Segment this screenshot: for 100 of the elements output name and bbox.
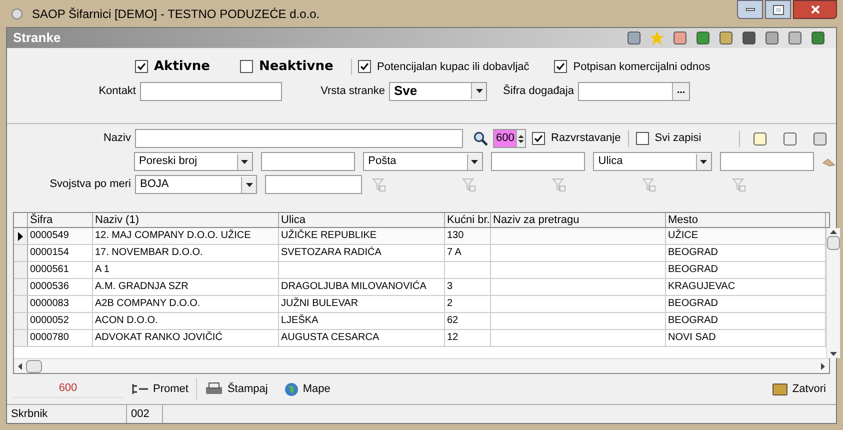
spinner-arrows-icon [518,132,524,144]
table-cell: 7 A [447,247,462,258]
input-field[interactable] [140,82,282,100]
dropdown-button[interactable] [696,154,711,170]
table-cell: UŽIČKE REPUBLIKE [281,230,377,241]
dropdown-button[interactable] [236,154,252,170]
scroll-right-icon[interactable] [821,362,825,370]
table-row[interactable]: 0000083 A2B COMPANY D.O.O. JUŽNI BULEVAR 2 BEOGRAD [14,296,826,313]
dropdown-button[interactable] [471,83,486,99]
scroll-thumb[interactable] [827,236,840,250]
table-cell: 130 [447,230,464,241]
table-row[interactable]: 0000536 A.M. GRADNJA SZR DRAGOLJUBA MILOVANOVIĆA 3 KRAGUJEVAC [14,279,826,296]
close-icon [810,5,820,14]
window-title: SAOP Šifarnici [DEMO] - TESTNO PODUZEĆE d.o.o. [32,6,320,22]
table-cell: 62 [447,315,458,326]
table-row[interactable]: 0000154 17. NOVEMBAR D.O.O. SVETOZARA RADIĆA 7 A BEOGRAD [14,245,826,262]
star-icon[interactable] [649,30,665,46]
table-cell: BEOGRAD [668,247,718,258]
input-field[interactable] [490,152,586,171]
horizontal-scrollbar[interactable] [14,358,829,373]
eraser-icon[interactable] [822,156,836,166]
dropdown-button[interactable] [241,176,256,192]
table-cell: 0000052 [30,315,69,326]
field-label: Svojstva po meri [48,177,132,192]
turnover-button[interactable]: Promet [123,378,198,400]
row-pointer-icon [18,232,23,240]
globe-icon [284,382,299,396]
checkbox-label: Razvrstavanje [551,131,621,146]
table-cell: A2B COMPANY D.O.O. [95,298,200,309]
scroll-left-icon[interactable] [18,362,22,370]
table-cell: LJEŠKA [281,315,318,326]
column-header[interactable]: Naziv za pretragu [491,213,666,227]
maximize-button[interactable] [765,0,791,19]
tree-icon [131,383,149,395]
map-button[interactable]: Mape [276,378,338,400]
checkbox-label: Svi zapisi [654,131,702,146]
search-icon[interactable] [473,131,488,146]
browse-button[interactable]: ... [672,82,689,100]
close-button[interactable] [793,0,837,19]
input-field[interactable] [135,129,463,148]
scroll-up-icon[interactable] [830,230,837,234]
table-cell: BEOGRAD [668,264,718,275]
checkbox[interactable] [532,132,545,145]
table-cell: 0000780 [30,332,69,343]
table-row[interactable]: 0000052 ACON D.O.O. LJEŠKA 62 BEOGRAD [14,313,826,330]
table-cell: DRAGOLJUBA MILOVANOVIĆA [281,281,426,292]
dropdown[interactable]: Poreski broj [134,152,253,171]
checkbox[interactable] [554,60,568,74]
vertical-scrollbar[interactable] [826,228,840,358]
caret-icon [700,160,708,164]
checkbox[interactable] [636,132,649,145]
scroll-thumb[interactable] [26,360,42,372]
column-header[interactable]: Ulica [279,213,445,227]
spin-box[interactable]: 600 [493,129,526,148]
table-cell: A 1 [95,264,110,275]
table-cell: 0000549 [30,230,69,241]
table-row[interactable]: 0000561 A 1 BEOGRAD [14,262,826,279]
checkbox[interactable] [135,60,148,74]
table-cell: 0000083 [30,298,69,309]
column-header[interactable]: Šifra [28,213,93,227]
record-count: 600 [13,380,123,398]
dropdown-button[interactable] [466,154,482,170]
input-field[interactable] [260,152,356,171]
table-row[interactable]: 0000549 12. MAJ COMPANY D.O.O. UŽICE UŽIČKE REPUBLIKE 130 UŽICE [14,228,826,245]
column-header[interactable]: Mesto [666,213,826,227]
table-cell: SVETOZARA RADIĆA [281,247,382,258]
input-field[interactable] [720,152,814,171]
table-cell: UŽICE [668,230,698,241]
column-header[interactable]: Naziv (1) [93,213,279,227]
dropdown[interactable]: BOJA [135,175,257,194]
table-cell: 0000154 [30,247,69,258]
table-cell: JUŽNI BULEVAR [281,298,358,309]
table-cell: BEOGRAD [668,298,718,309]
table-cell: 0000561 [30,264,69,275]
status-text: Skrbnik [7,405,127,423]
row-header[interactable] [14,228,28,244]
table-cell: 17. NOVEMBAR D.O.O. [95,247,203,258]
caret-icon [476,89,482,93]
app-icon [10,6,24,20]
minimize-button[interactable] [737,0,763,19]
table-cell: 12 [447,332,458,343]
caret-icon [241,160,248,164]
table-row[interactable]: 0000780 ADVOKAT RANKO JOVIČIĆ AUGUSTA CESARCA 12 NOVI SAD [14,330,826,347]
dropdown[interactable]: Pošta [363,152,483,171]
caret-icon [471,160,478,164]
checkbox[interactable] [240,60,253,74]
status-text: 002 [127,405,163,423]
dropdown[interactable]: Ulica [593,152,712,171]
scroll-down-icon[interactable] [830,352,837,356]
table-cell: 12. MAJ COMPANY D.O.O. UŽICE [95,230,251,241]
field-label: Šifra događaja [502,83,575,99]
table-cell: 3 [447,281,453,292]
close-button[interactable]: Zatvori [768,378,830,400]
input-field[interactable] [265,175,362,194]
checkbox[interactable] [358,60,371,74]
print-button[interactable]: Štampaj [197,378,276,400]
checkbox-label: Neaktivne [258,58,334,76]
column-header[interactable]: Kućni br. [445,213,491,227]
table-cell: ACON D.O.O. [95,315,158,326]
dropdown[interactable]: Sve [389,82,487,100]
